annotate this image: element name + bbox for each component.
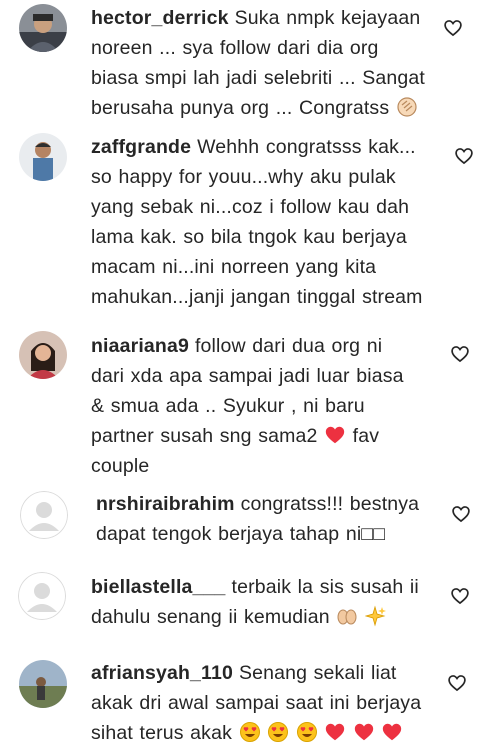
heart-outline-icon [455, 148, 473, 165]
avatar[interactable] [20, 491, 68, 539]
heart-outline-icon [444, 20, 462, 37]
red-heart-icon [353, 721, 375, 743]
heart-outline-icon [448, 675, 466, 692]
sparkles-icon [364, 605, 387, 627]
comment-text: nrshiraibrahim congratss!!! bestnya dapat… [96, 489, 426, 549]
red-heart-icon [324, 721, 346, 743]
comment-username[interactable]: zaffgrande [91, 136, 191, 158]
like-button[interactable] [447, 673, 467, 693]
comment-text: zaffgrande Wehhh congratsss kak... so hap… [91, 132, 433, 313]
heart-outline-icon [451, 346, 469, 363]
red-heart-icon [324, 424, 346, 446]
heart-eyes-icon [296, 721, 318, 743]
comment-text: biellastella___ terbaik la sis susah ii d… [91, 572, 431, 632]
heart-outline-icon [451, 588, 469, 605]
person-silhouette-icon [20, 491, 68, 539]
avatar[interactable] [18, 572, 66, 620]
like-button[interactable] [450, 344, 470, 364]
comment-username[interactable]: niaariana9 [91, 335, 189, 357]
comment-item: nrshiraibrahim congratss!!! bestnya dapat… [0, 488, 482, 558]
comment-username[interactable]: hector_derrick [91, 7, 229, 29]
comment-text: afriansyah_110 Senang sekali liat akak dr… [91, 658, 431, 748]
comment-text: niaariana9 follow dari dua org ni dari xd… [91, 331, 411, 481]
comment-username[interactable]: biellastella___ [91, 576, 226, 598]
comment-body: Wehhh congratsss kak... so happy for you… [91, 136, 423, 308]
comment-item: hector_derrick Suka nmpk kejayaan noreen … [0, 0, 482, 120]
heart-eyes-icon [267, 721, 289, 743]
like-button[interactable] [450, 586, 470, 606]
comment-item: biellastella___ terbaik la sis susah ii d… [0, 570, 482, 640]
like-button[interactable] [451, 504, 471, 524]
avatar[interactable] [19, 133, 67, 181]
heart-eyes-icon [239, 721, 261, 743]
comment-username[interactable]: nrshiraibrahim [96, 493, 235, 515]
person-silhouette-icon [18, 572, 66, 620]
comment-item: niaariana9 follow dari dua org ni dari xd… [0, 330, 482, 477]
comment-username[interactable]: afriansyah_110 [91, 662, 233, 684]
avatar[interactable] [19, 4, 67, 52]
avatar[interactable] [19, 331, 67, 379]
like-button[interactable] [454, 146, 474, 166]
red-heart-icon [381, 721, 403, 743]
comment-item: afriansyah_110 Senang sekali liat akak dr… [0, 657, 482, 753]
like-button[interactable] [443, 18, 463, 38]
avatar[interactable] [19, 660, 67, 708]
clapping-hands-icon [396, 96, 418, 118]
comment-text: hector_derrick Suka nmpk kejayaan noreen … [91, 3, 431, 123]
palms-up-icon [336, 605, 358, 627]
comment-item: zaffgrande Wehhh congratsss kak... so hap… [0, 128, 482, 313]
heart-outline-icon [452, 506, 470, 523]
